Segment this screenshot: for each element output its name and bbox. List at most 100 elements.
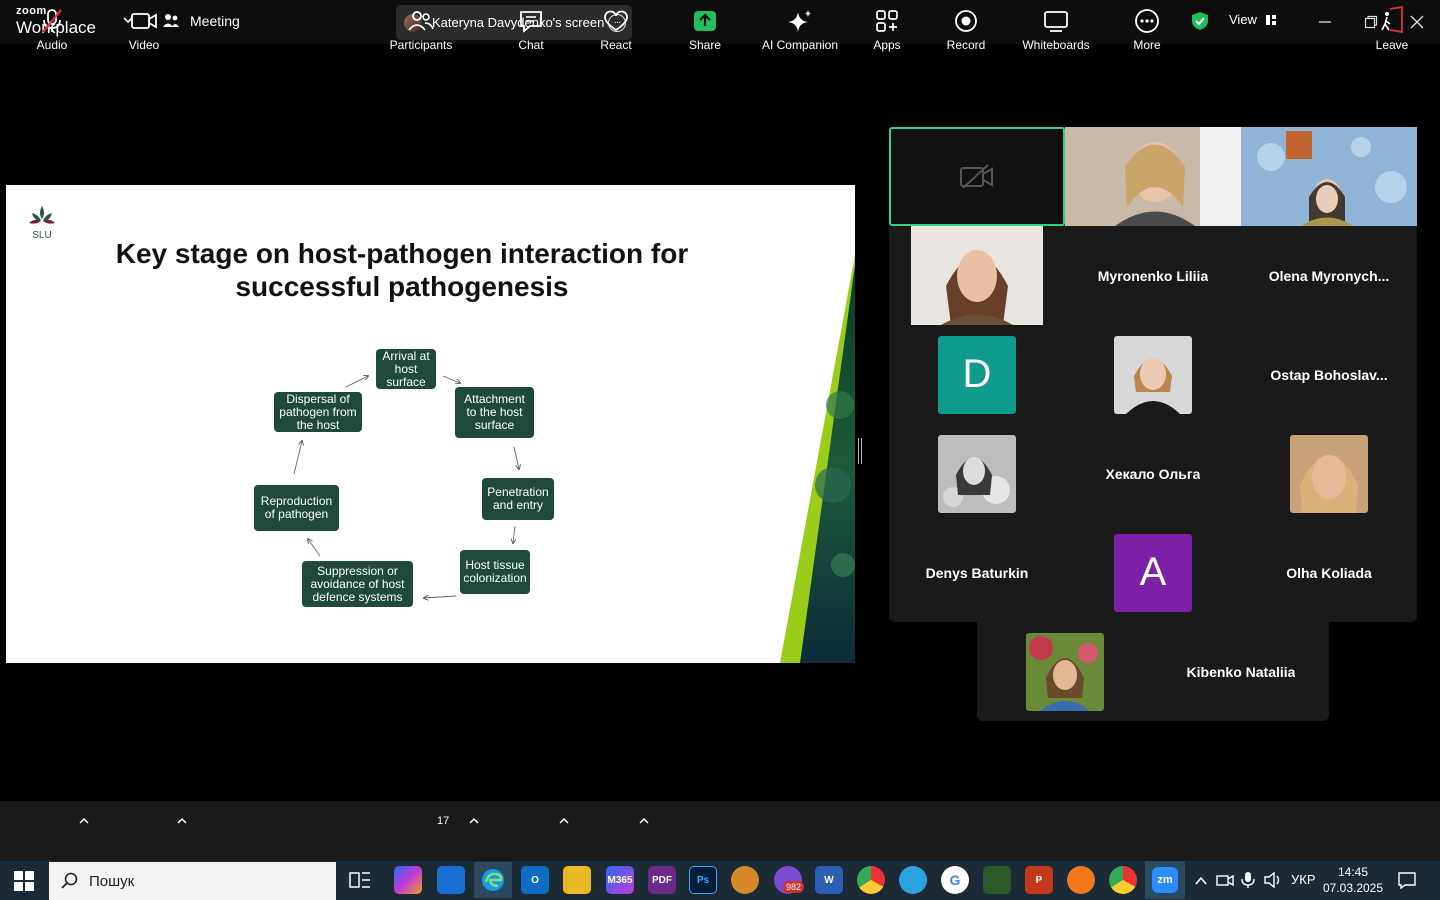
- node-penetration: Penetration and entry: [482, 478, 554, 520]
- participant-name: Olha Koliada: [1286, 564, 1372, 581]
- participant-tile[interactable]: [1241, 424, 1417, 523]
- participant-tile[interactable]: A: [1065, 523, 1241, 622]
- react-label: React: [600, 38, 632, 52]
- microsoft-store-icon[interactable]: [437, 866, 465, 894]
- word-icon[interactable]: W: [815, 866, 843, 894]
- participants-button[interactable]: Participants: [386, 0, 456, 60]
- participants-options-chevron-icon[interactable]: [467, 814, 481, 828]
- node-reproduction: Reproduction of pathogen: [254, 485, 339, 531]
- firefox-icon[interactable]: [1067, 866, 1095, 894]
- participant-name: Хекало Ольга: [1105, 465, 1201, 482]
- camera-tray-icon[interactable]: [1216, 872, 1234, 888]
- chevron-up-icon[interactable]: [1194, 874, 1208, 888]
- clock-date: 07.03.2025: [1322, 881, 1384, 895]
- react-button[interactable]: React: [594, 0, 638, 60]
- outlook-icon[interactable]: O: [521, 866, 549, 894]
- participant-tile[interactable]: Ostap Bohoslav...: [1241, 325, 1417, 424]
- meeting-menu-button[interactable]: Meeting: [162, 12, 240, 30]
- video-button[interactable]: Video: [118, 0, 170, 60]
- leave-button[interactable]: Leave: [1370, 0, 1414, 60]
- view-button[interactable]: View: [1229, 12, 1277, 27]
- task-view-icon[interactable]: [349, 870, 371, 890]
- copilot-icon[interactable]: [394, 866, 422, 894]
- participant-video-tile[interactable]: [1065, 127, 1241, 226]
- more-icon: [1135, 9, 1159, 33]
- viber-badge: 982: [783, 881, 805, 893]
- edge-active-tab[interactable]: [474, 862, 512, 898]
- participant-tile[interactable]: [977, 622, 1153, 721]
- more-label: More: [1133, 38, 1161, 52]
- video-options-chevron-icon[interactable]: [175, 814, 189, 828]
- share-button[interactable]: Share: [683, 0, 727, 60]
- participant-name: Denys Baturkin: [925, 564, 1029, 581]
- participant-tile[interactable]: D: [889, 325, 1065, 424]
- participant-avatar-letter: A: [1114, 533, 1192, 612]
- chat-bubble-icon: [520, 11, 542, 33]
- slu-logo-text: SLU: [32, 230, 51, 241]
- panel-splitter[interactable]: [858, 438, 862, 464]
- participant-tile[interactable]: Denys Baturkin: [889, 523, 1065, 622]
- participant-tile[interactable]: [1065, 325, 1241, 424]
- participant-tile[interactable]: Хекало Ольга: [1065, 424, 1241, 523]
- file-explorer-icon[interactable]: [563, 866, 591, 894]
- powerpoint-icon[interactable]: P: [1025, 866, 1053, 894]
- node-arrival: Arrival at host surface: [376, 349, 436, 389]
- photoshop-icon[interactable]: Ps: [689, 866, 717, 894]
- more-button[interactable]: More: [1125, 0, 1169, 60]
- chat-options-chevron-icon[interactable]: [557, 814, 571, 828]
- participant-avatar-photo: [1114, 335, 1192, 414]
- zoom-active-tab[interactable]: zm: [1145, 861, 1185, 899]
- audio-options-chevron-icon[interactable]: [77, 814, 91, 828]
- minimize-icon[interactable]: [1313, 10, 1337, 34]
- google-icon[interactable]: G: [941, 866, 969, 894]
- app-icon[interactable]: [731, 866, 759, 894]
- shared-screen-slide[interactable]: SLU Key stage on host-pathogen interacti…: [6, 185, 855, 663]
- chat-label: Chat: [518, 38, 544, 52]
- m365-icon[interactable]: M365: [606, 866, 634, 894]
- participants-count: 17: [437, 815, 450, 827]
- input-language-indicator[interactable]: УКР: [1291, 872, 1316, 887]
- grid-view-icon: [1265, 14, 1276, 25]
- participant-tile[interactable]: Olha Koliada: [1241, 523, 1417, 622]
- self-video-tile[interactable]: [889, 127, 1065, 226]
- chat-button[interactable]: Chat: [510, 0, 552, 60]
- taskbar-search-box[interactable]: Пошук: [49, 862, 336, 900]
- app-icon[interactable]: [983, 866, 1011, 894]
- audio-button[interactable]: Audio: [26, 0, 78, 60]
- whiteboards-button[interactable]: Whiteboards: [1018, 0, 1094, 60]
- participant-tile[interactable]: [889, 424, 1065, 523]
- record-button[interactable]: Record: [942, 0, 990, 60]
- participant-tile[interactable]: Kibenko Nataliia: [1153, 622, 1329, 721]
- share-screen-icon: [694, 11, 716, 31]
- chrome-profile-icon[interactable]: [1109, 866, 1137, 894]
- pdf-app-icon[interactable]: PDF: [648, 866, 676, 894]
- participant-avatar-photo: [938, 434, 1016, 513]
- notifications-icon[interactable]: [1397, 870, 1417, 890]
- meeting-toolbar: [0, 801, 1440, 861]
- apps-button[interactable]: Apps: [866, 0, 908, 60]
- record-label: Record: [946, 38, 986, 52]
- speaker-icon[interactable]: [1263, 871, 1283, 889]
- windows-start-icon[interactable]: [14, 871, 34, 891]
- react-options-chevron-icon[interactable]: [637, 814, 651, 828]
- participant-name: Ostap Bohoslav...: [1270, 366, 1388, 383]
- participant-video-tile[interactable]: [889, 226, 1065, 325]
- ai-companion-label: AI Companion: [761, 38, 839, 52]
- taskbar-clock[interactable]: 14:45 07.03.2025: [1322, 864, 1384, 896]
- participant-video-tile[interactable]: [1241, 127, 1417, 226]
- participant-avatar-photo: [1026, 632, 1104, 711]
- meeting-label: Meeting: [190, 13, 240, 29]
- slide-title: Key stage on host-pathogen interaction f…: [86, 237, 718, 303]
- telegram-icon[interactable]: [899, 866, 927, 894]
- encryption-shield-icon[interactable]: [1191, 11, 1209, 31]
- participant-tile[interactable]: Olena Myronych...: [1241, 226, 1417, 325]
- microphone-muted-icon: [42, 9, 62, 33]
- slide-decoration: [780, 255, 855, 663]
- microphone-tray-icon[interactable]: [1240, 871, 1256, 889]
- participant-name: Myronenko Liliia: [1097, 267, 1209, 284]
- leave-label: Leave: [1375, 38, 1409, 52]
- ai-companion-button[interactable]: AI Companion: [760, 0, 840, 60]
- chrome-icon[interactable]: [857, 866, 885, 894]
- participant-tile[interactable]: Myronenko Liliia: [1065, 226, 1241, 325]
- node-attachment: Attachment to the host surface: [455, 387, 534, 438]
